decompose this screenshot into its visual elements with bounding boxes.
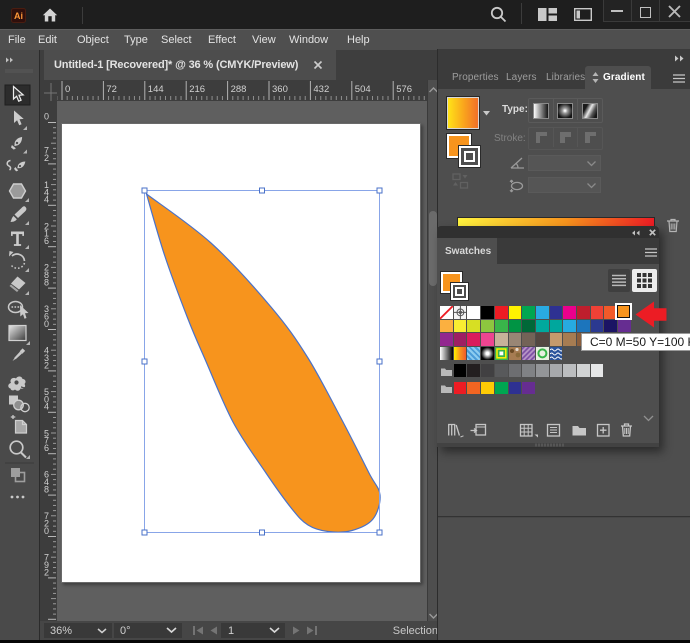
svg-text:144: 144	[148, 84, 164, 95]
svg-text:2: 2	[44, 360, 49, 370]
svg-text:8: 8	[44, 278, 49, 288]
svg-text:4: 4	[44, 402, 49, 412]
svg-text:8: 8	[44, 485, 49, 495]
svg-text:432: 432	[313, 84, 329, 95]
svg-text:4: 4	[44, 195, 49, 205]
svg-text:216: 216	[189, 84, 205, 95]
svg-text:504: 504	[355, 84, 371, 95]
svg-text:2: 2	[44, 153, 49, 163]
svg-text:0: 0	[44, 112, 49, 122]
svg-text:72: 72	[106, 84, 117, 95]
svg-text:576: 576	[396, 84, 412, 95]
svg-text:0: 0	[44, 319, 49, 329]
svg-text:0: 0	[44, 526, 49, 536]
svg-text:360: 360	[272, 84, 288, 95]
svg-text:288: 288	[231, 84, 247, 95]
svg-text:0: 0	[65, 84, 70, 95]
svg-text:6: 6	[44, 443, 49, 453]
svg-text:6: 6	[44, 236, 49, 246]
svg-text:2: 2	[44, 567, 49, 577]
